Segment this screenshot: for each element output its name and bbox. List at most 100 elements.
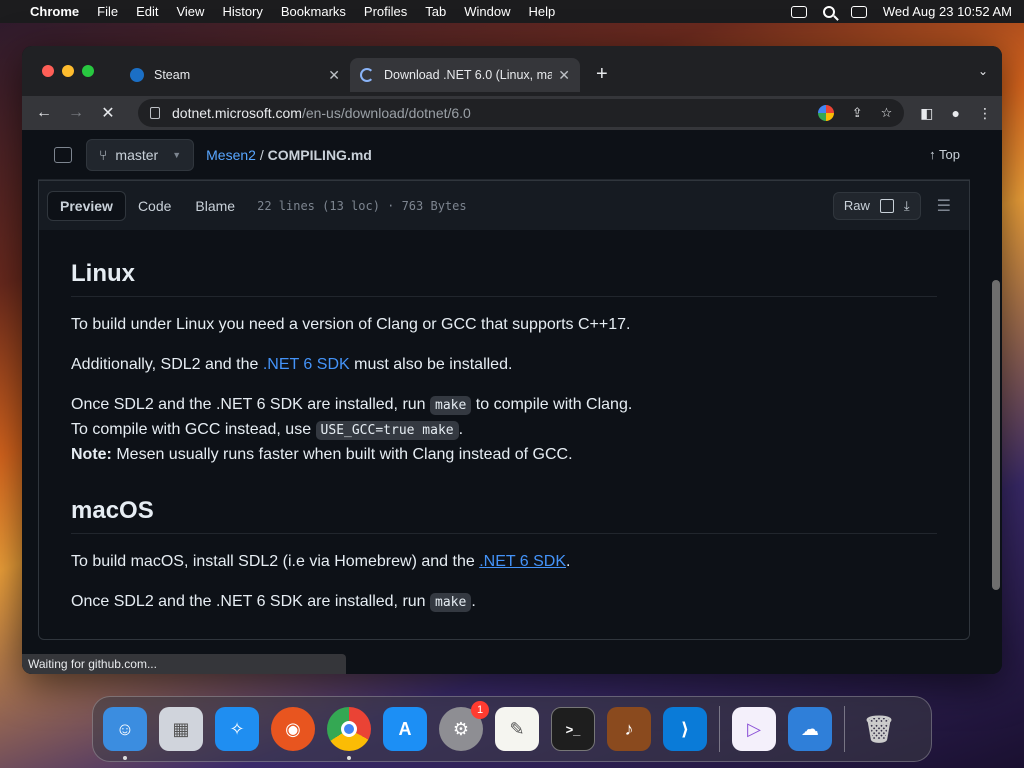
chrome-menu-icon[interactable]: ⋮ bbox=[978, 105, 992, 122]
file-header: ⑂ master ▼ Mesen2 / COMPILING.md ↑ Top bbox=[38, 130, 970, 180]
breadcrumb-file: COMPILING.md bbox=[267, 146, 372, 163]
textedit-icon[interactable]: ✎ bbox=[495, 707, 539, 751]
google-lens-icon[interactable] bbox=[817, 105, 834, 121]
linux-paragraph-3: Once SDL2 and the .NET 6 SDK are install… bbox=[71, 393, 937, 467]
back-arrow-icon[interactable]: ← bbox=[32, 104, 56, 122]
copy-icon[interactable] bbox=[879, 198, 894, 213]
markdown-body: Linux To build under Linux you need a ve… bbox=[38, 230, 970, 640]
tab-search-chevron-icon[interactable]: ⌄ bbox=[978, 64, 988, 78]
heading-macos: macOS bbox=[71, 497, 937, 534]
download-icon[interactable]: ⤓ bbox=[904, 198, 910, 214]
tab-preview[interactable]: Preview bbox=[47, 190, 126, 221]
dotnet-sdk-link[interactable]: .NET 6 SDK bbox=[479, 553, 566, 570]
chrome-window: Steam ✕ Download .NET 6.0 (Linux, mac ✕ … bbox=[22, 46, 1002, 674]
tab-blame[interactable]: Blame bbox=[183, 192, 247, 220]
minimize-window-button[interactable] bbox=[62, 65, 74, 77]
lock-icon[interactable] bbox=[150, 107, 160, 119]
safari-icon[interactable]: ✧ bbox=[215, 707, 259, 751]
close-window-button[interactable] bbox=[42, 65, 54, 77]
linux-paragraph-1: To build under Linux you need a version … bbox=[71, 316, 631, 333]
chevron-down-icon: ▼ bbox=[172, 149, 182, 160]
steam-favicon-icon bbox=[130, 68, 144, 82]
raw-button[interactable]: Raw bbox=[844, 198, 870, 213]
trash-icon[interactable]: 🗑 bbox=[857, 707, 901, 751]
spotlight-search-icon[interactable] bbox=[822, 5, 835, 18]
file-tree-toggle-icon[interactable] bbox=[54, 146, 72, 163]
stop-loading-icon[interactable]: ✕ bbox=[96, 103, 120, 123]
branch-selector-button[interactable]: ⑂ master ▼ bbox=[86, 138, 195, 171]
tab-bar: Steam ✕ Download .NET 6.0 (Linux, mac ✕ … bbox=[22, 46, 1002, 96]
weather-icon[interactable]: ☁ bbox=[788, 707, 832, 751]
tab-close-icon[interactable]: ✕ bbox=[328, 67, 340, 84]
visual-studio-icon[interactable]: ▷ bbox=[732, 707, 776, 751]
file-meta: 22 lines (13 loc) · 763 Bytes bbox=[257, 198, 467, 213]
control-center-icon[interactable] bbox=[850, 5, 867, 18]
new-tab-icon[interactable]: + bbox=[596, 63, 608, 86]
text: Additionally, SDL2 and the bbox=[71, 356, 263, 373]
menu-app-name[interactable]: Chrome bbox=[30, 4, 79, 19]
menu-bookmarks[interactable]: Bookmarks bbox=[281, 4, 346, 19]
top-label: Top bbox=[939, 147, 960, 162]
text: Once SDL2 and the .NET 6 SDK are install… bbox=[71, 593, 431, 610]
bookmark-star-icon[interactable]: ☆ bbox=[881, 105, 893, 121]
arrow-up-icon: ↑ bbox=[929, 147, 936, 162]
menu-profiles[interactable]: Profiles bbox=[364, 4, 407, 19]
address-bar[interactable]: dotnet.microsoft.com/en-us/download/dotn… bbox=[138, 99, 905, 127]
breadcrumb-separator: / bbox=[255, 146, 268, 163]
text: To build macOS, install SDL2 (i.e via Ho… bbox=[71, 553, 480, 570]
chrome-icon[interactable] bbox=[327, 707, 371, 760]
tab-close-icon[interactable]: ✕ bbox=[558, 67, 570, 84]
top-link[interactable]: ↑ Top bbox=[929, 147, 960, 162]
view-mode-tabs: Preview Code Blame bbox=[47, 190, 247, 221]
github-page: ⑂ master ▼ Mesen2 / COMPILING.md ↑ Top P… bbox=[22, 130, 1002, 674]
share-icon[interactable]: ⇪ bbox=[852, 105, 863, 121]
app-store-icon[interactable]: A bbox=[383, 707, 427, 751]
branch-name: master bbox=[115, 146, 159, 163]
url-path: /en-us/download/dotnet/6.0 bbox=[301, 105, 471, 121]
menu-history[interactable]: History bbox=[222, 4, 262, 19]
text: must also be installed. bbox=[349, 356, 513, 373]
text: to compile with Clang. bbox=[471, 396, 633, 413]
menu-window[interactable]: Window bbox=[464, 4, 510, 19]
finder-icon[interactable]: ☺ bbox=[103, 707, 147, 760]
git-branch-icon: ⑂ bbox=[99, 146, 108, 163]
tab-steam[interactable]: Steam ✕ bbox=[120, 58, 350, 92]
text: . bbox=[471, 593, 476, 610]
system-settings-icon[interactable]: ⚙ 1 bbox=[439, 701, 489, 751]
screen-mirroring-icon[interactable] bbox=[790, 5, 807, 18]
text: . bbox=[566, 553, 571, 570]
menu-view[interactable]: View bbox=[176, 4, 204, 19]
menubar-clock[interactable]: Wed Aug 23 10:52 AM bbox=[883, 4, 1012, 19]
tab-code[interactable]: Code bbox=[126, 192, 183, 220]
menu-file[interactable]: File bbox=[97, 4, 118, 19]
chrome-center-icon bbox=[341, 721, 357, 737]
window-controls bbox=[42, 65, 94, 77]
menu-tab[interactable]: Tab bbox=[425, 4, 446, 19]
forward-arrow-icon[interactable]: → bbox=[64, 104, 88, 122]
macos-menubar: Chrome File Edit View History Bookmarks … bbox=[0, 0, 1024, 23]
note-label: Note: bbox=[71, 446, 112, 463]
page-scrollbar[interactable] bbox=[992, 280, 1000, 590]
outline-list-icon[interactable]: ☰ bbox=[937, 196, 951, 216]
breadcrumb-repo-link[interactable]: Mesen2 bbox=[206, 147, 256, 163]
dotnet-sdk-link[interactable]: .NET 6 SDK bbox=[263, 356, 350, 373]
menu-help[interactable]: Help bbox=[529, 4, 556, 19]
profile-icon[interactable]: ● bbox=[952, 105, 960, 122]
tab-dotnet-download[interactable]: Download .NET 6.0 (Linux, mac ✕ bbox=[350, 58, 580, 92]
zoom-window-button[interactable] bbox=[82, 65, 94, 77]
vscode-icon[interactable]: ⟩ bbox=[663, 707, 707, 751]
launchpad-icon[interactable]: ▦ bbox=[159, 707, 203, 751]
macos-paragraph-1: To build macOS, install SDL2 (i.e via Ho… bbox=[71, 550, 937, 574]
terminal-icon[interactable]: >_ bbox=[551, 707, 595, 751]
side-panel-icon[interactable]: ◧ bbox=[920, 105, 933, 122]
loading-spinner-icon bbox=[360, 68, 374, 82]
firefox-icon[interactable]: ◉ bbox=[271, 707, 315, 751]
dock-separator bbox=[844, 706, 845, 752]
inline-code: make bbox=[430, 593, 472, 612]
macos-paragraph-2: Once SDL2 and the .NET 6 SDK are install… bbox=[71, 590, 937, 615]
garageband-icon[interactable]: ♪ bbox=[607, 707, 651, 751]
menu-edit[interactable]: Edit bbox=[136, 4, 158, 19]
url-host: dotnet.microsoft.com bbox=[172, 105, 302, 121]
linux-paragraph-2: Additionally, SDL2 and the .NET 6 SDK mu… bbox=[71, 353, 937, 377]
tab-title: Steam bbox=[154, 68, 191, 82]
